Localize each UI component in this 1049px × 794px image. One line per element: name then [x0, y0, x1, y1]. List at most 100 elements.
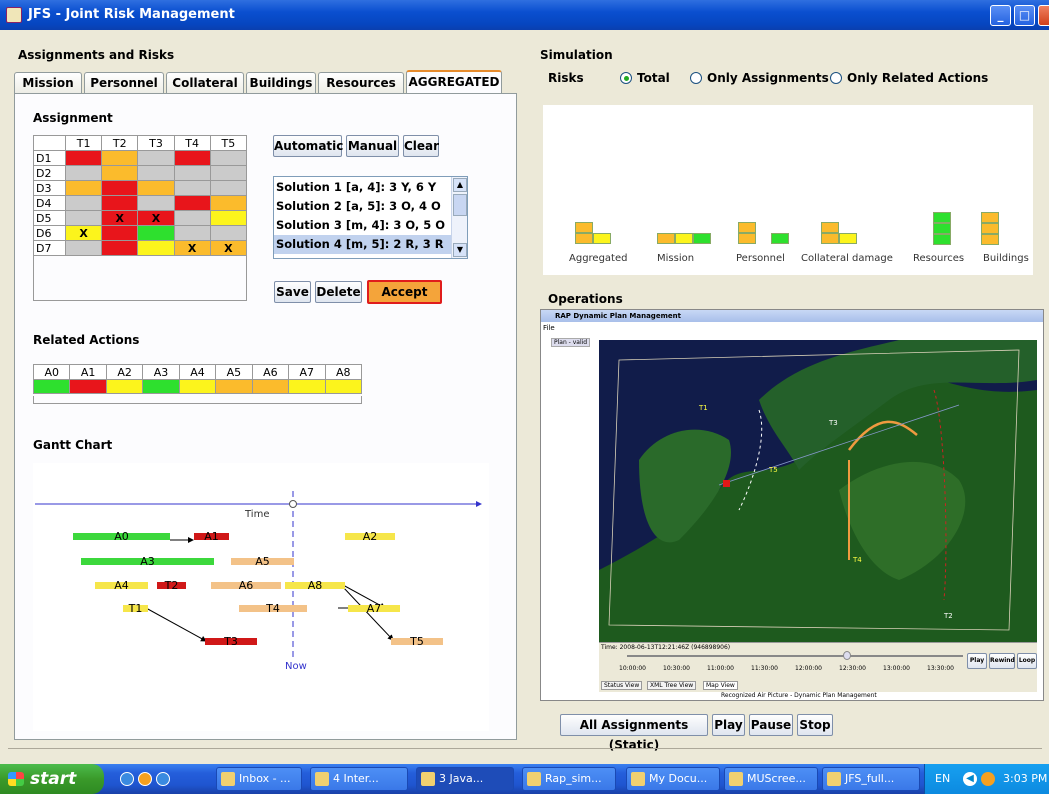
delete-button[interactable]: Delete	[315, 281, 362, 303]
assignment-cell[interactable]	[101, 150, 139, 166]
assignment-cell[interactable]: X	[173, 240, 211, 256]
gantt-bar-t1[interactable]: T1	[123, 603, 148, 614]
taskbar-task[interactable]: Inbox - ...	[216, 767, 302, 791]
assignment-cell[interactable]	[137, 195, 175, 211]
ops-menu-file[interactable]: File	[543, 324, 555, 332]
related-cell[interactable]	[105, 379, 144, 394]
solution-item[interactable]: Solution 4 [m, 5]: 2 R, 3 R	[274, 235, 452, 254]
scroll-down-icon[interactable]: ▼	[453, 243, 467, 257]
gantt-bar-a8[interactable]: A8	[285, 580, 345, 591]
taskbar-task[interactable]: JFS_full...	[822, 767, 920, 791]
radio-related-dot[interactable]	[830, 72, 842, 84]
assignment-cell[interactable]	[173, 225, 211, 241]
radio-only-related[interactable]: Only Related Actions	[830, 71, 988, 85]
gantt-bar-a1[interactable]: A1	[194, 531, 229, 542]
taskbar-task[interactable]: Rap_sim...	[522, 767, 616, 791]
assignment-cell[interactable]	[64, 195, 103, 211]
assignment-cell[interactable]	[64, 240, 103, 256]
assignment-cell[interactable]	[101, 240, 139, 256]
assignment-cell[interactable]	[209, 180, 248, 196]
related-cell[interactable]	[288, 379, 326, 394]
minimize-button[interactable]: _	[990, 5, 1011, 26]
gantt-bar-a0[interactable]: A0	[73, 531, 170, 542]
pause-button[interactable]: Pause	[749, 714, 793, 736]
assignment-cell[interactable]	[137, 225, 175, 241]
assignment-cell[interactable]	[101, 225, 139, 241]
ops-tab-xml[interactable]: XML Tree View	[647, 681, 697, 690]
tab-collateral[interactable]: Collateral	[166, 72, 244, 94]
assignment-cell[interactable]	[173, 150, 211, 166]
radio-total[interactable]: Total	[620, 71, 670, 85]
assignment-cell[interactable]	[64, 180, 103, 196]
assignment-cell[interactable]	[209, 225, 248, 241]
taskbar-task[interactable]: 4 Inter...	[310, 767, 408, 791]
gantt-bar-a3[interactable]: A3	[81, 556, 214, 567]
taskbar-task[interactable]: My Docu...	[626, 767, 720, 791]
ops-loop-button[interactable]: Loop	[1017, 653, 1037, 669]
related-cell[interactable]	[251, 379, 290, 394]
radio-total-dot[interactable]	[620, 72, 632, 84]
assignment-cell[interactable]	[173, 180, 211, 196]
update-icon[interactable]	[981, 772, 995, 786]
radio-assignments-dot[interactable]	[690, 72, 702, 84]
related-cell[interactable]	[324, 379, 362, 394]
start-button[interactable]: start	[0, 764, 104, 794]
play-button[interactable]: Play	[712, 714, 745, 736]
solutions-list[interactable]: Solution 1 [a, 4]: 3 Y, 6 Y Solution 2 [a…	[273, 176, 468, 259]
taskbar-task[interactable]: MUScree...	[724, 767, 818, 791]
gantt-bar-a2[interactable]: A2	[345, 531, 395, 542]
scroll-thumb[interactable]	[453, 194, 467, 216]
ops-tab-status[interactable]: Status View	[601, 681, 643, 690]
tab-personnel[interactable]: Personnel	[84, 72, 164, 94]
all-assignments-button[interactable]: All Assignments (Static)	[560, 714, 708, 752]
gantt-bar-a6[interactable]: A6	[211, 580, 281, 591]
gantt-bar-a4[interactable]: A4	[95, 580, 148, 591]
solution-item[interactable]: Solution 5 [a, 5]: 2 R, 7 R	[274, 254, 452, 258]
automatic-button[interactable]: Automatic	[273, 135, 343, 157]
back-arrow-icon[interactable]: ◀	[963, 772, 977, 786]
quick-launch-icon[interactable]	[138, 772, 152, 786]
related-cell[interactable]	[142, 379, 180, 394]
assignment-cell[interactable]	[173, 165, 211, 181]
tab-mission[interactable]: Mission	[14, 72, 82, 94]
ops-rewind-button[interactable]: Rewind	[989, 653, 1015, 669]
taskbar-task[interactable]: 3 Java...	[416, 767, 514, 791]
assignment-cell[interactable]	[173, 195, 211, 211]
assignment-cell[interactable]: X	[137, 210, 175, 226]
assignment-cell[interactable]	[101, 165, 139, 181]
stop-button[interactable]: Stop	[797, 714, 833, 736]
ops-map[interactable]: T3 T1 T5 T4 T2	[599, 340, 1037, 642]
gantt-bar-t2[interactable]: T2	[157, 580, 186, 591]
gantt-bar-a7[interactable]: A7	[348, 603, 400, 614]
gantt-bar-t4[interactable]: T4	[239, 603, 307, 614]
assignment-cell[interactable]	[137, 150, 175, 166]
scroll-up-icon[interactable]: ▲	[453, 178, 467, 192]
manual-button[interactable]: Manual	[346, 135, 399, 157]
assignment-cell[interactable]	[137, 165, 175, 181]
assignment-cell[interactable]	[137, 240, 175, 256]
assignment-cell[interactable]	[209, 210, 248, 226]
assignment-cell[interactable]	[137, 180, 175, 196]
assignment-cell[interactable]	[101, 180, 139, 196]
related-cell[interactable]	[69, 379, 107, 394]
radio-only-assignments[interactable]: Only Assignments	[690, 71, 829, 85]
solution-item[interactable]: Solution 1 [a, 4]: 3 Y, 6 Y	[274, 178, 452, 197]
solution-item[interactable]: Solution 2 [a, 5]: 3 O, 4 O	[274, 197, 452, 216]
accept-button[interactable]: Accept	[367, 280, 442, 304]
ops-slider-thumb[interactable]	[843, 651, 851, 660]
assignment-cell[interactable]	[209, 165, 248, 181]
related-cell[interactable]	[215, 379, 253, 394]
assignment-cell[interactable]: X	[101, 210, 139, 226]
ops-tab-map[interactable]: Map View	[703, 681, 738, 690]
maximize-button[interactable]: □	[1014, 5, 1035, 26]
gantt-bar-t3[interactable]: T3	[205, 636, 257, 647]
tab-resources[interactable]: Resources	[318, 72, 404, 94]
assignment-cell[interactable]	[64, 165, 103, 181]
ops-play-button[interactable]: Play	[967, 653, 987, 669]
gantt-bar-t5[interactable]: T5	[391, 636, 443, 647]
ops-side-tab[interactable]: Plan - valid	[551, 338, 591, 347]
gantt-bar-a5[interactable]: A5	[231, 556, 294, 567]
related-cell[interactable]	[178, 379, 217, 394]
assignment-cell[interactable]	[101, 195, 139, 211]
assignment-cell[interactable]	[64, 150, 103, 166]
